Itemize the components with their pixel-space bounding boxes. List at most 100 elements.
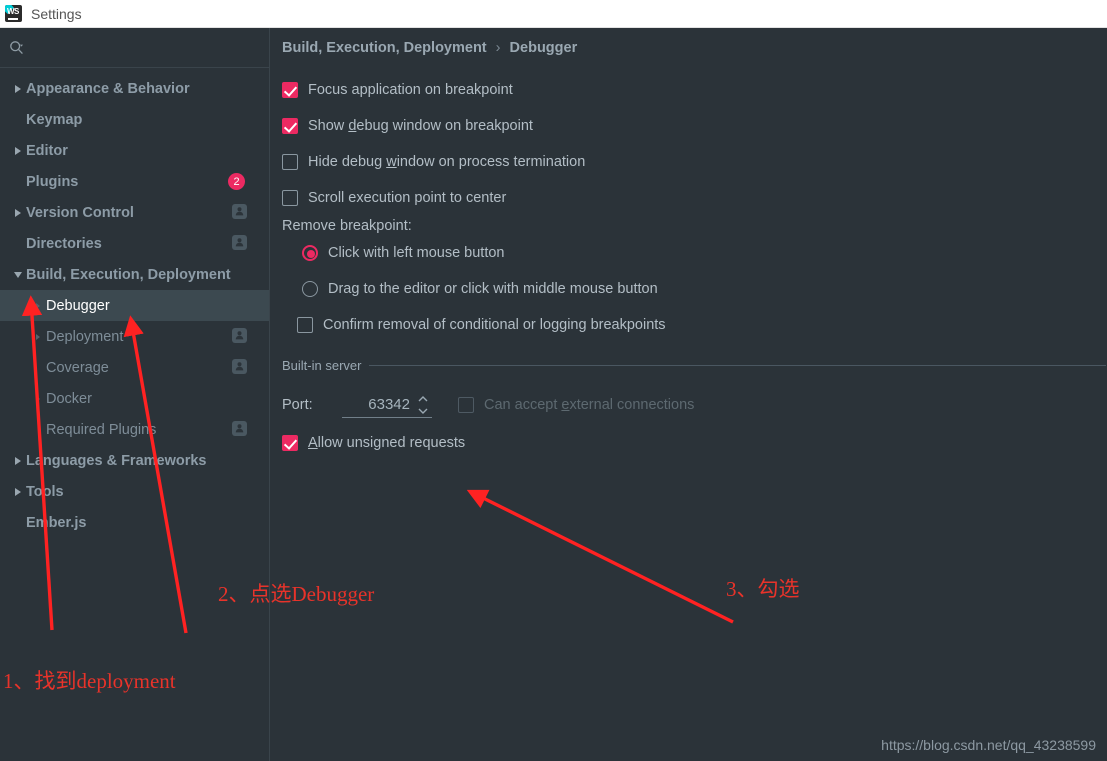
webstorm-icon-text: WS <box>7 7 19 16</box>
sidebar-item-label: Ember.js <box>26 514 87 531</box>
plugins-update-badge: 2 <box>228 173 245 190</box>
option-label: Confirm removal of conditional or loggin… <box>323 317 666 333</box>
window-title: Settings <box>31 5 82 22</box>
option-label: Show debug window on breakpoint <box>308 118 533 134</box>
person-icon <box>232 359 247 374</box>
sidebar-item-build-execution-deployment[interactable]: Build, Execution, Deployment <box>0 259 269 290</box>
chevron-right-icon[interactable] <box>10 456 26 465</box>
checkbox-scroll-execution-point[interactable] <box>282 190 298 206</box>
breadcrumb-separator-icon: › <box>495 40 501 56</box>
webstorm-icon: WS <box>5 5 22 22</box>
option-label: Drag to the editor or click with middle … <box>328 281 658 297</box>
remove-breakpoint-group-label: Remove breakpoint: <box>282 218 412 234</box>
debugger-settings-panel: Build, Execution, Deployment › Debugger … <box>271 28 1107 761</box>
breadcrumb-current: Debugger <box>509 40 578 56</box>
radio-option-click-left-mouse[interactable]: Click with left mouse button <box>302 240 1107 266</box>
search-input[interactable] <box>34 38 254 58</box>
sidebar-item-label: Appearance & Behavior <box>26 80 190 97</box>
sidebar-item-debugger[interactable]: Debugger <box>0 290 269 321</box>
checkbox-focus-application[interactable] <box>282 82 298 98</box>
chevron-right-small-icon[interactable] <box>30 395 46 402</box>
breadcrumb: Build, Execution, Deployment › Debugger <box>282 40 1107 56</box>
settings-sidebar: Appearance & Behavior Keymap Editor Plug… <box>0 28 270 761</box>
sidebar-item-deployment[interactable]: Deployment <box>0 321 269 352</box>
person-icon <box>232 204 247 219</box>
option-allow-unsigned-requests[interactable]: Allow unsigned requests <box>282 430 1107 456</box>
option-label: Allow unsigned requests <box>308 435 466 451</box>
checkbox-allow-unsigned-requests[interactable] <box>282 435 298 451</box>
chevron-right-small-icon[interactable] <box>30 302 46 309</box>
remove-breakpoint-radio-group: Click with left mouse button Drag to the… <box>282 240 1107 338</box>
sidebar-item-appearance-behavior[interactable]: Appearance & Behavior <box>0 73 269 104</box>
settings-window: WS Settings Appearance & Behavior Keymap… <box>0 0 1107 761</box>
person-icon <box>232 235 247 250</box>
person-icon <box>232 328 247 343</box>
sidebar-item-label: Docker <box>46 390 92 407</box>
port-input[interactable]: 63342 <box>342 392 432 418</box>
sidebar-item-label: Tools <box>26 483 64 500</box>
sidebar-item-label: Version Control <box>26 204 134 221</box>
sidebar-item-label: Directories <box>26 235 102 252</box>
checkbox-show-debug-window[interactable] <box>282 118 298 134</box>
option-label: Focus application on breakpoint <box>308 82 513 98</box>
option-label: Can accept external connections <box>484 397 695 413</box>
sidebar-item-label: Languages & Frameworks <box>26 452 207 469</box>
sidebar-item-required-plugins[interactable]: Required Plugins <box>0 414 269 445</box>
option-show-debug-window-on-breakpoint[interactable]: Show debug window on breakpoint <box>282 113 1107 139</box>
port-row: Port: 63342 Can accept external connecti… <box>282 391 1107 419</box>
sidebar-item-label: Debugger <box>46 297 110 314</box>
sidebar-item-tools[interactable]: Tools <box>0 476 269 507</box>
search-icon <box>9 40 25 56</box>
sidebar-item-ember-js[interactable]: Ember.js <box>0 507 269 538</box>
builtin-server-section-header: Built-in server <box>282 358 1106 373</box>
option-focus-application-on-breakpoint[interactable]: Focus application on breakpoint <box>282 77 1107 103</box>
chevron-up-icon <box>418 396 428 402</box>
chevron-right-icon[interactable] <box>10 208 26 217</box>
sidebar-item-label: Coverage <box>46 359 109 376</box>
sidebar-item-languages-frameworks[interactable]: Languages & Frameworks <box>0 445 269 476</box>
section-title: Built-in server <box>282 358 362 373</box>
chevron-down-icon[interactable] <box>10 271 26 278</box>
chevron-down-icon <box>418 408 428 414</box>
option-label: Click with left mouse button <box>328 245 505 261</box>
option-label: Hide debug window on process termination <box>308 154 586 170</box>
sidebar-item-label: Required Plugins <box>46 421 157 438</box>
chevron-right-icon[interactable] <box>10 146 26 155</box>
settings-tree: Appearance & Behavior Keymap Editor Plug… <box>0 68 269 538</box>
breadcrumb-parent[interactable]: Build, Execution, Deployment <box>282 40 487 56</box>
option-label: Scroll execution point to center <box>308 190 507 206</box>
sidebar-item-label: Build, Execution, Deployment <box>26 266 231 283</box>
port-label: Port: <box>282 397 313 413</box>
sidebar-item-keymap[interactable]: Keymap <box>0 104 269 135</box>
sidebar-item-version-control[interactable]: Version Control <box>0 197 269 228</box>
checkbox-confirm-removal[interactable] <box>297 317 313 333</box>
sidebar-item-label: Plugins <box>26 173 79 190</box>
radio-click-left-mouse[interactable] <box>302 245 318 261</box>
port-value: 63342 <box>368 396 410 413</box>
sidebar-item-label: Editor <box>26 142 68 159</box>
option-can-accept-external-connections: Can accept external connections <box>458 397 694 413</box>
sidebar-item-label: Keymap <box>26 111 83 128</box>
window-titlebar: WS Settings <box>0 0 1107 28</box>
section-divider <box>369 365 1106 366</box>
watermark: https://blog.csdn.net/qq_43238599 <box>881 737 1096 753</box>
radio-drag-to-editor[interactable] <box>302 281 318 297</box>
radio-option-drag-to-editor[interactable]: Drag to the editor or click with middle … <box>302 276 1107 302</box>
sidebar-item-editor[interactable]: Editor <box>0 135 269 166</box>
sidebar-search-row[interactable] <box>0 28 269 68</box>
sidebar-item-label: Deployment <box>46 328 124 345</box>
person-icon <box>232 421 247 436</box>
option-confirm-removal[interactable]: Confirm removal of conditional or loggin… <box>297 312 1107 338</box>
option-hide-debug-window-on-termination[interactable]: Hide debug window on process termination <box>282 149 1107 175</box>
option-scroll-execution-point-to-center[interactable]: Scroll execution point to center <box>282 185 1107 211</box>
port-spinner[interactable] <box>416 395 430 415</box>
sidebar-item-directories[interactable]: Directories <box>0 228 269 259</box>
chevron-right-small-icon[interactable] <box>30 333 46 340</box>
sidebar-item-docker[interactable]: Docker <box>0 383 269 414</box>
chevron-right-icon[interactable] <box>10 84 26 93</box>
checkbox-hide-debug-window[interactable] <box>282 154 298 170</box>
sidebar-item-coverage[interactable]: Coverage <box>0 352 269 383</box>
sidebar-item-plugins[interactable]: Plugins 2 <box>0 166 269 197</box>
chevron-right-icon[interactable] <box>10 487 26 496</box>
checkbox-external-connections <box>458 397 474 413</box>
